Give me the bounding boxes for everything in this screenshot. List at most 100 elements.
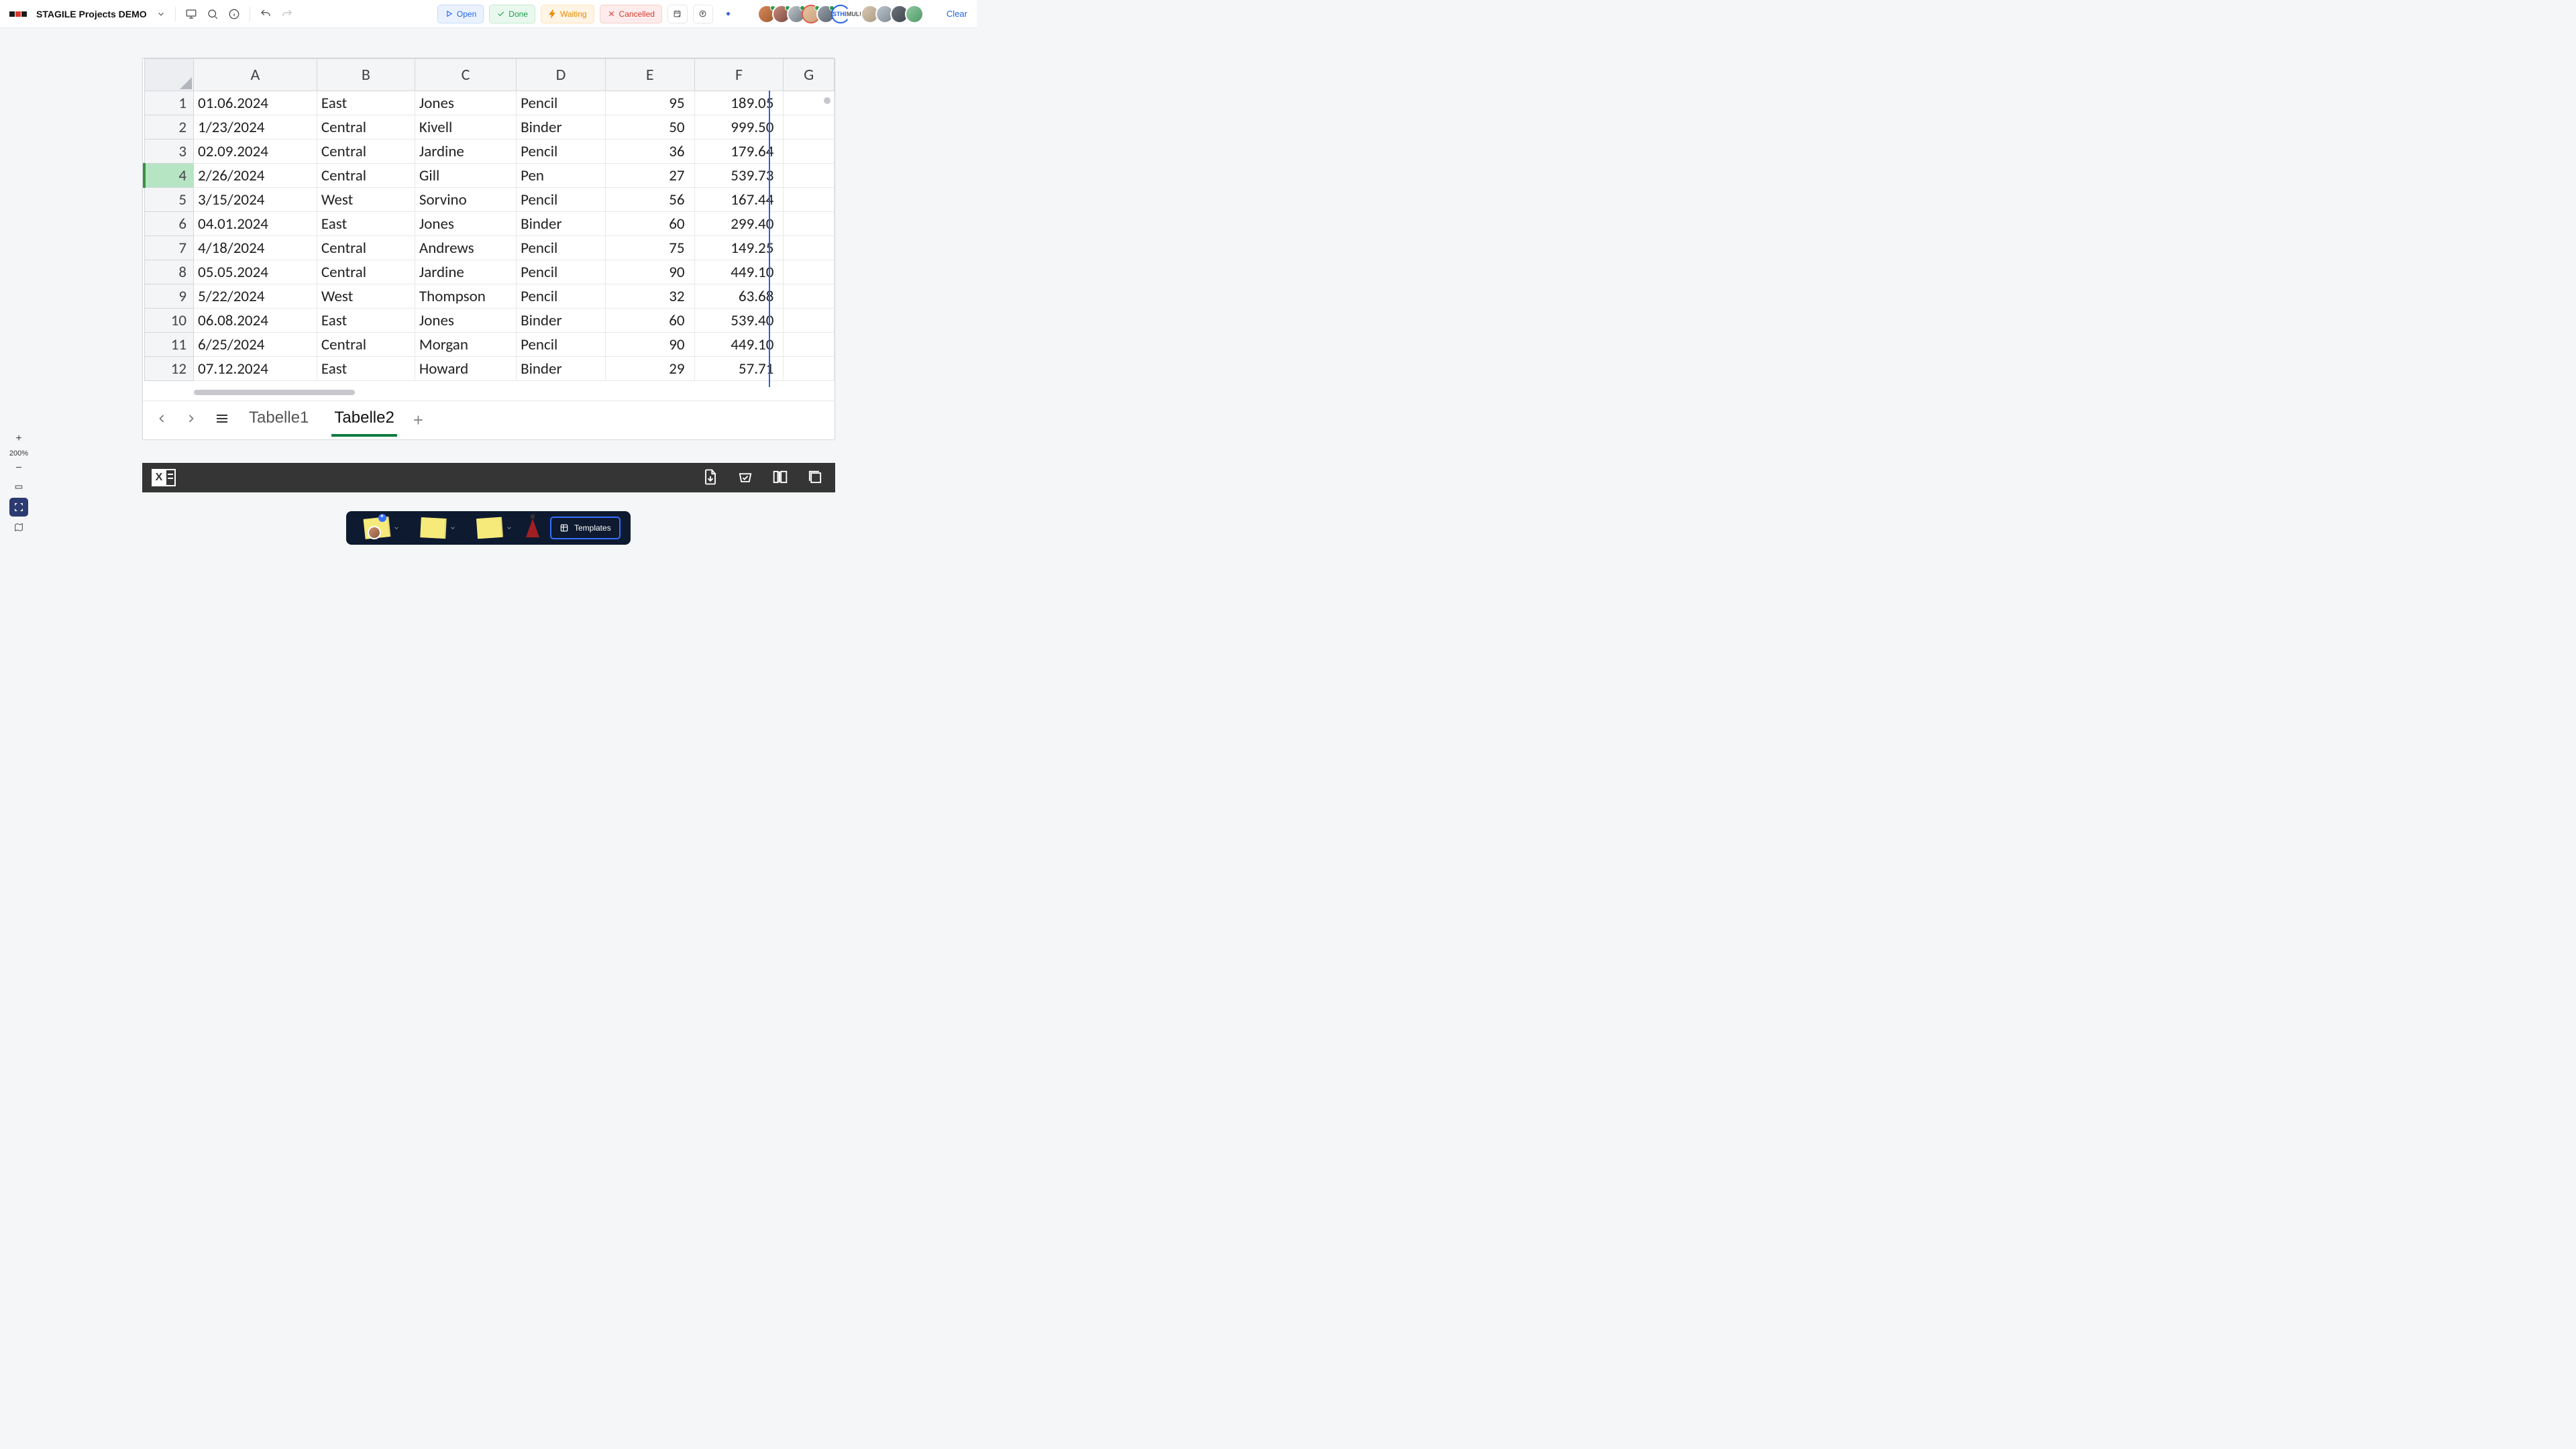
cell[interactable]: 32 xyxy=(605,284,694,309)
cell[interactable]: 50 xyxy=(605,115,694,140)
cell[interactable]: 04.01.2024 xyxy=(194,212,317,236)
cell[interactable]: 90 xyxy=(605,260,694,284)
row-header[interactable]: 2 xyxy=(144,115,194,140)
column-header[interactable]: E xyxy=(605,59,694,91)
column-header[interactable]: B xyxy=(317,59,415,91)
cell[interactable]: Binder xyxy=(517,115,606,140)
approve-icon[interactable] xyxy=(736,468,756,488)
column-header[interactable]: D xyxy=(517,59,606,91)
cell[interactable]: 90 xyxy=(605,333,694,357)
present-icon[interactable] xyxy=(185,8,197,20)
templates-button[interactable]: Templates xyxy=(550,517,621,539)
cell[interactable]: Jardine xyxy=(415,140,516,164)
cell[interactable]: 27 xyxy=(605,164,694,188)
status-waiting-button[interactable]: Waiting xyxy=(541,5,594,23)
cell[interactable]: Morgan xyxy=(415,333,516,357)
cell[interactable]: 539.73 xyxy=(694,164,784,188)
cell[interactable]: Howard xyxy=(415,357,516,381)
cell[interactable] xyxy=(784,188,835,212)
undo-icon[interactable] xyxy=(260,8,272,20)
status-open-button[interactable]: Open xyxy=(437,5,484,23)
sheet-prev-button[interactable] xyxy=(155,412,168,429)
cell[interactable]: 449.10 xyxy=(694,333,784,357)
popout-icon[interactable] xyxy=(806,468,826,488)
cell[interactable]: Binder xyxy=(517,357,606,381)
cell[interactable]: 56 xyxy=(605,188,694,212)
cell[interactable]: 299.40 xyxy=(694,212,784,236)
cell[interactable]: 5/22/2024 xyxy=(194,284,317,309)
cell[interactable]: 57.71 xyxy=(694,357,784,381)
cell[interactable]: Central xyxy=(317,115,415,140)
collaborator-avatar[interactable] xyxy=(905,5,924,23)
cell[interactable]: 06.08.2024 xyxy=(194,309,317,333)
cell[interactable] xyxy=(784,284,835,309)
cell[interactable]: Jones xyxy=(415,309,516,333)
cell[interactable]: 2/26/2024 xyxy=(194,164,317,188)
cell[interactable] xyxy=(784,357,835,381)
cell[interactable]: Kivell xyxy=(415,115,516,140)
cell[interactable]: 167.44 xyxy=(694,188,784,212)
sheet-list-menu[interactable] xyxy=(214,411,230,430)
export-button[interactable] xyxy=(693,5,713,23)
column-header[interactable]: G xyxy=(784,59,835,91)
cell[interactable]: 29 xyxy=(605,357,694,381)
status-cancelled-button[interactable]: Cancelled xyxy=(600,5,662,23)
fit-icon[interactable] xyxy=(9,479,29,495)
cell[interactable]: East xyxy=(317,357,415,381)
cell[interactable]: 149.25 xyxy=(694,236,784,260)
pen-tool[interactable] xyxy=(519,515,546,541)
cell[interactable]: Central xyxy=(317,236,415,260)
cell[interactable]: East xyxy=(317,309,415,333)
row-header[interactable]: 1 xyxy=(144,91,194,115)
cell[interactable]: Pencil xyxy=(517,260,606,284)
cell[interactable]: 539.40 xyxy=(694,309,784,333)
vertical-scroll-thumb[interactable] xyxy=(824,97,830,104)
cell[interactable] xyxy=(784,333,835,357)
row-header[interactable]: 12 xyxy=(144,357,194,381)
cell[interactable] xyxy=(784,140,835,164)
cell[interactable]: Pencil xyxy=(517,188,606,212)
column-header[interactable]: A xyxy=(194,59,317,91)
column-header[interactable]: F xyxy=(694,59,784,91)
cell[interactable]: West xyxy=(317,188,415,212)
cell[interactable]: 4/18/2024 xyxy=(194,236,317,260)
info-icon[interactable] xyxy=(228,8,240,20)
cell[interactable] xyxy=(784,260,835,284)
cell[interactable]: 449.10 xyxy=(694,260,784,284)
diamond-button[interactable] xyxy=(718,5,739,23)
cell[interactable]: Binder xyxy=(517,309,606,333)
sticky-note-tool[interactable] xyxy=(407,515,459,541)
search-icon[interactable] xyxy=(207,8,219,20)
spreadsheet-widget[interactable]: ABCDEFG101.06.2024EastJonesPencil95189.0… xyxy=(142,58,835,440)
cell[interactable]: 179.64 xyxy=(694,140,784,164)
cell[interactable]: West xyxy=(317,284,415,309)
chevron-down-icon[interactable] xyxy=(156,9,166,19)
cell[interactable]: 6/25/2024 xyxy=(194,333,317,357)
cell[interactable]: 75 xyxy=(605,236,694,260)
cell[interactable]: Jones xyxy=(415,91,516,115)
add-sheet-button[interactable]: + xyxy=(413,410,423,431)
redo-icon[interactable] xyxy=(281,8,293,20)
cell[interactable]: Andrews xyxy=(415,236,516,260)
cell[interactable]: Gill xyxy=(415,164,516,188)
cell[interactable]: 3/15/2024 xyxy=(194,188,317,212)
horizontal-scroll-thumb[interactable] xyxy=(194,390,355,395)
cell[interactable]: Pencil xyxy=(517,91,606,115)
calendar-add-button[interactable] xyxy=(667,5,688,23)
project-title[interactable]: STAGILE Projects DEMO xyxy=(36,9,147,19)
cell[interactable]: Binder xyxy=(517,212,606,236)
row-header[interactable]: 3 xyxy=(144,140,194,164)
column-header[interactable]: C xyxy=(415,59,516,91)
cell[interactable]: Pencil xyxy=(517,236,606,260)
cell[interactable]: Jones xyxy=(415,212,516,236)
cell[interactable] xyxy=(784,212,835,236)
horizontal-scrollbar[interactable] xyxy=(194,387,829,398)
cell[interactable] xyxy=(784,236,835,260)
row-header[interactable]: 4 xyxy=(144,164,194,188)
cell[interactable]: Jardine xyxy=(415,260,516,284)
clear-link[interactable]: Clear xyxy=(947,9,967,19)
cell[interactable]: 60 xyxy=(605,212,694,236)
row-header[interactable]: 8 xyxy=(144,260,194,284)
cell[interactable]: Pen xyxy=(517,164,606,188)
sheet-tab[interactable]: Tabelle2 xyxy=(331,405,396,437)
